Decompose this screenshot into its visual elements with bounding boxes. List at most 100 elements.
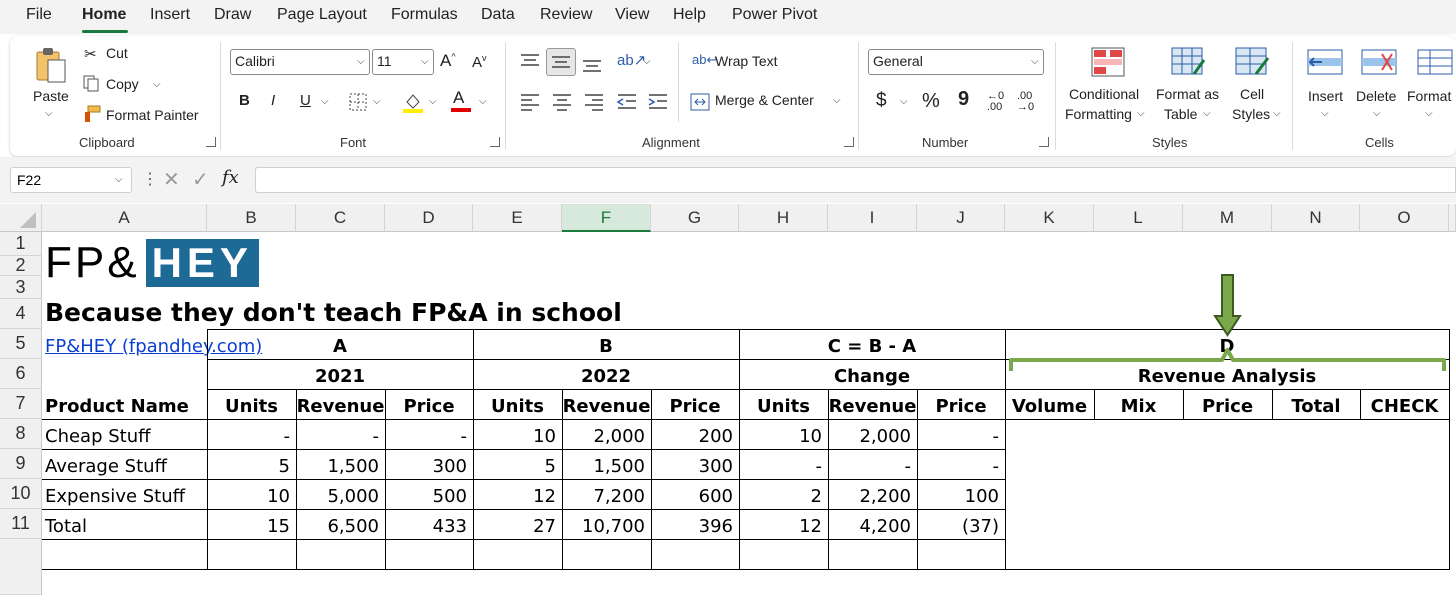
confirm-entry-icon[interactable]: ✓ [192, 167, 209, 192]
comma-style-button[interactable]: 9 [958, 88, 969, 111]
conditional-formatting-label-2[interactable]: Formatting [1065, 106, 1132, 122]
font-color-chevron-icon[interactable]: ⌵ [479, 96, 487, 107]
delete-cells-button[interactable]: Delete [1356, 88, 1396, 104]
menu-data[interactable]: Data [481, 6, 515, 24]
cell-styles-chevron-icon[interactable]: ⌵ [1273, 108, 1281, 119]
wrap-text-button[interactable]: Wrap Text [715, 53, 778, 69]
name-box-chevron-icon[interactable]: ⌵ [115, 174, 123, 185]
cell-styles-label-2[interactable]: Styles [1232, 106, 1270, 122]
clipboard-dialog-launcher[interactable] [206, 137, 216, 147]
alignment-dialog-launcher[interactable] [844, 137, 854, 147]
format-cells-button[interactable]: Format [1407, 88, 1451, 104]
currency-button[interactable]: $ [876, 90, 887, 112]
format-as-table-label-1[interactable]: Format as [1156, 86, 1219, 102]
delete-cells-chevron-icon[interactable]: ⌵ [1373, 108, 1381, 119]
active-tab-indicator [82, 30, 128, 33]
separator [1055, 42, 1056, 150]
menu-help[interactable]: Help [673, 6, 706, 24]
decrease-indent-icon[interactable] [615, 91, 639, 111]
wrap-text-icon[interactable]: ab↩ [692, 52, 717, 68]
format-cells-icon[interactable] [1416, 48, 1454, 76]
menu-formulas[interactable]: Formulas [391, 6, 458, 24]
insert-cells-chevron-icon[interactable]: ⌵ [1321, 108, 1329, 119]
align-center-icon[interactable] [550, 91, 574, 111]
paste-dropdown-chevron-icon[interactable]: ⌵ [45, 108, 53, 119]
conditional-formatting-label-1[interactable]: Conditional [1069, 86, 1139, 102]
font-dialog-launcher[interactable] [490, 137, 500, 147]
align-right-icon[interactable] [582, 91, 606, 111]
menu-view[interactable]: View [615, 6, 649, 24]
delete-cells-icon[interactable] [1360, 48, 1398, 76]
font-color-icon[interactable]: A [453, 88, 464, 108]
separator [505, 42, 506, 150]
formula-input[interactable] [255, 167, 1456, 193]
number-format-chevron-icon[interactable]: ⌵ [1031, 56, 1039, 67]
menu-page-layout[interactable]: Page Layout [277, 6, 367, 24]
menu-draw[interactable]: Draw [214, 6, 251, 24]
menu-home[interactable]: Home [82, 6, 126, 24]
bold-button[interactable]: B [239, 92, 250, 109]
currency-chevron-icon[interactable]: ⌵ [900, 96, 908, 107]
format-as-table-icon[interactable] [1170, 46, 1206, 78]
format-painter-icon[interactable] [82, 104, 102, 124]
name-box[interactable]: F22 [10, 167, 132, 193]
separator [220, 42, 221, 150]
cut-button[interactable]: Cut [106, 45, 128, 61]
number-dialog-launcher[interactable] [1039, 137, 1049, 147]
orientation-chevron-icon[interactable]: ⌵ [643, 56, 651, 67]
format-as-table-label-2[interactable]: Table [1164, 106, 1197, 122]
borders-icon[interactable] [348, 92, 368, 112]
conditional-formatting-chevron-icon[interactable]: ⌵ [1137, 108, 1145, 119]
italic-button[interactable]: I [271, 92, 275, 109]
fill-color-icon[interactable] [402, 90, 424, 114]
increase-indent-icon[interactable] [646, 91, 670, 111]
font-name-chevron-icon[interactable]: ⌵ [357, 56, 365, 67]
merge-center-button[interactable]: Merge & Center [715, 92, 814, 108]
percent-button[interactable]: % [922, 90, 940, 113]
font-name-select[interactable]: Calibri [230, 49, 370, 75]
cell-styles-icon[interactable] [1234, 46, 1270, 78]
fill-color-chevron-icon[interactable]: ⌵ [429, 96, 437, 107]
underline-button[interactable]: U [300, 92, 311, 109]
menu-power-pivot[interactable]: Power Pivot [732, 6, 817, 24]
formula-bar: F22 ⌵ ⋮ ✕ ✓ fx [0, 157, 1456, 203]
decrease-font-size-icon[interactable]: Av [472, 53, 487, 71]
cancel-entry-icon[interactable]: ✕ [163, 167, 180, 192]
more-options-icon[interactable]: ⋮ [142, 169, 158, 189]
merge-center-chevron-icon[interactable]: ⌵ [833, 95, 841, 106]
cell-styles-label-1[interactable]: Cell [1240, 86, 1264, 102]
copy-icon[interactable] [82, 74, 100, 92]
annotation-arrow-icon [1213, 274, 1242, 337]
insert-cells-icon[interactable] [1306, 48, 1344, 76]
borders-chevron-icon[interactable]: ⌵ [373, 96, 381, 107]
align-bottom-icon[interactable] [580, 52, 604, 74]
align-top-icon[interactable] [518, 52, 542, 70]
underline-chevron-icon[interactable]: ⌵ [321, 96, 329, 107]
conditional-formatting-icon[interactable] [1090, 46, 1126, 78]
increase-font-size-icon[interactable]: A^ [440, 51, 456, 71]
insert-function-button[interactable]: fx [222, 167, 239, 188]
insert-cells-button[interactable]: Insert [1308, 88, 1343, 104]
merge-center-icon[interactable] [690, 93, 710, 111]
number-format-select[interactable]: General [868, 49, 1044, 75]
decrease-decimal-icon[interactable]: .00 →0 [1017, 91, 1034, 113]
copy-button[interactable]: Copy [106, 76, 139, 92]
increase-decimal-icon[interactable]: ←0.00 [987, 91, 1004, 113]
font-size-value: 11 [377, 53, 392, 69]
align-left-icon[interactable] [518, 91, 542, 111]
menu-review[interactable]: Review [540, 6, 592, 24]
paste-label[interactable]: Paste [33, 88, 69, 104]
paste-button[interactable] [34, 44, 68, 84]
clipboard-group-label: Clipboard [79, 135, 135, 150]
orientation-icon[interactable]: ab↗ [617, 51, 646, 69]
format-cells-chevron-icon[interactable]: ⌵ [1425, 108, 1433, 119]
menu-insert[interactable]: Insert [150, 6, 190, 24]
copy-dropdown-chevron-icon[interactable]: ⌵ [153, 79, 161, 90]
font-size-chevron-icon[interactable]: ⌵ [421, 56, 429, 67]
menu-file[interactable]: File [26, 6, 52, 24]
number-group-label: Number [922, 135, 969, 150]
format-as-table-chevron-icon[interactable]: ⌵ [1203, 108, 1211, 119]
align-middle-button[interactable] [546, 48, 576, 76]
cut-icon[interactable]: ✂ [84, 45, 97, 63]
format-painter-button[interactable]: Format Painter [106, 107, 199, 123]
